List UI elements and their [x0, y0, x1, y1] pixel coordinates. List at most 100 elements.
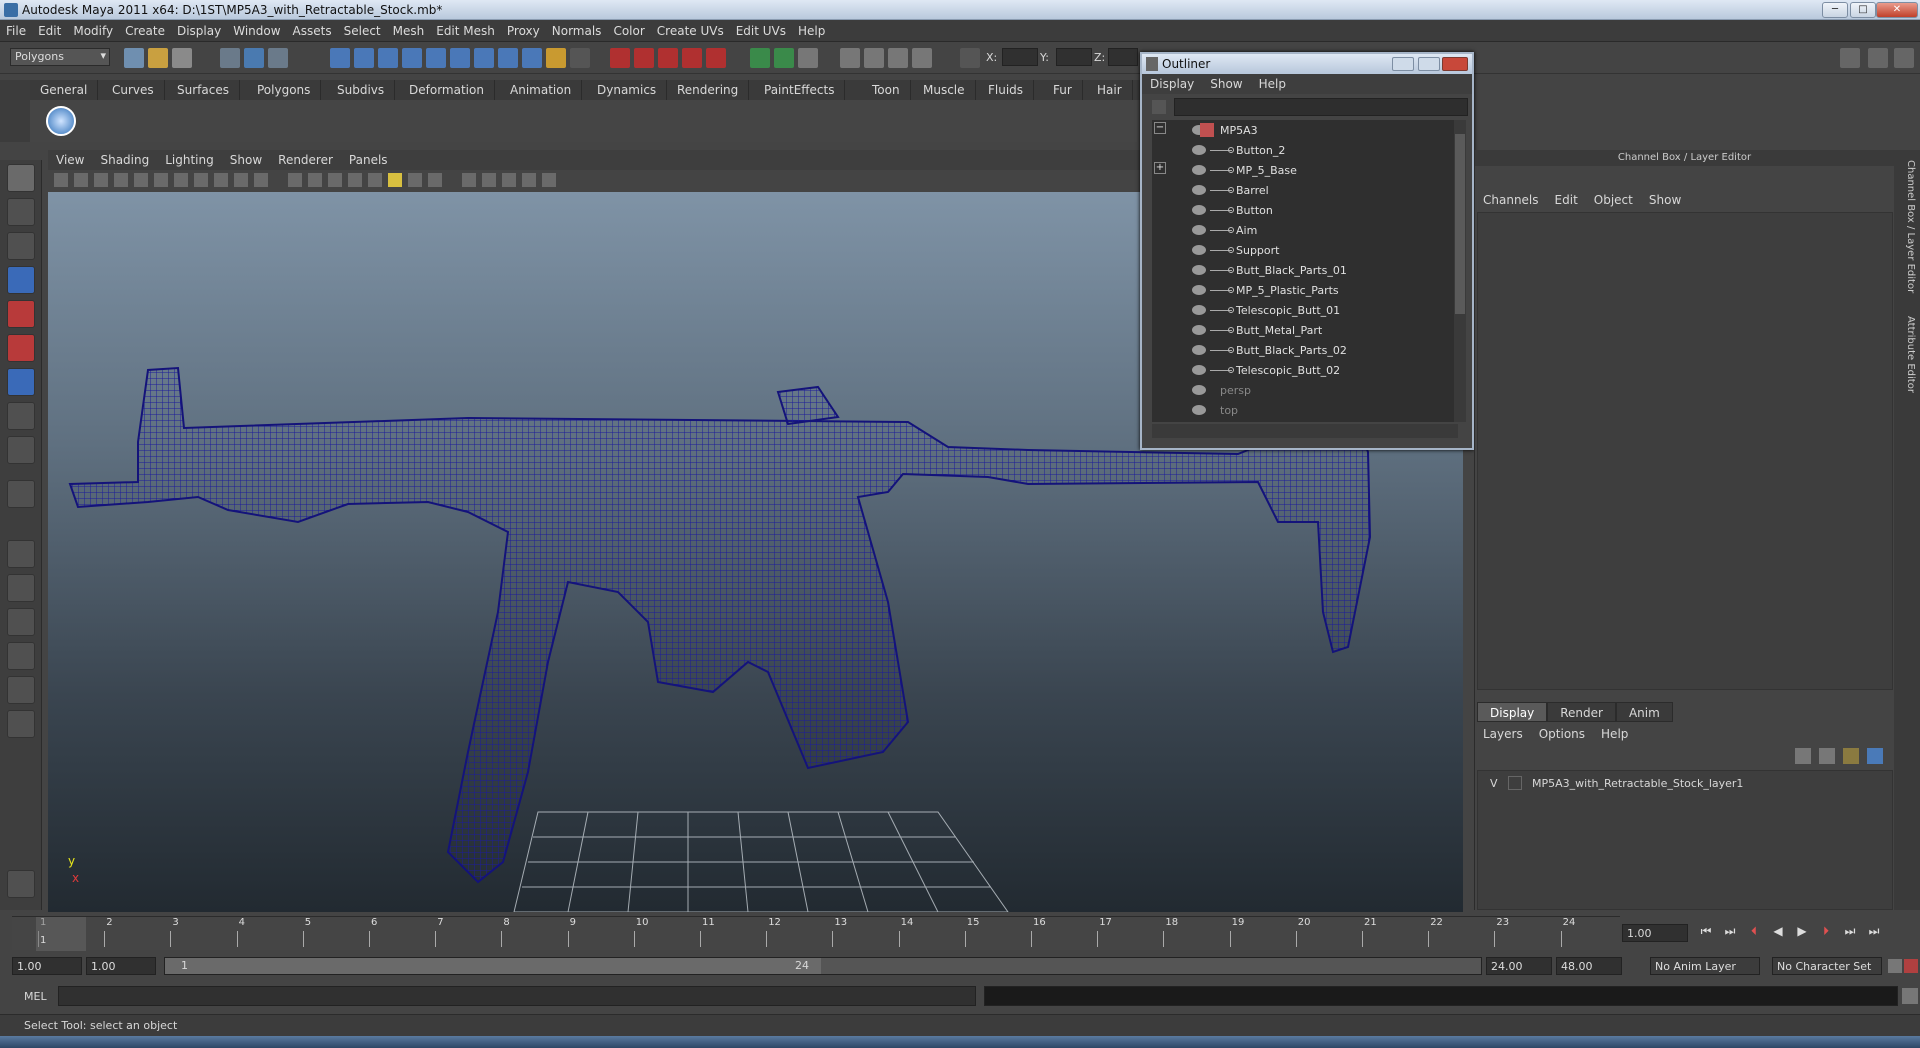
isolate-select-icon[interactable] [462, 173, 476, 187]
maximize-button[interactable]: □ [1850, 2, 1876, 18]
layer-visibility-toggle[interactable]: V [1490, 777, 1498, 790]
snap-point-icon[interactable] [378, 48, 398, 68]
layer-row[interactable]: V MP5A3_with_Retractable_Stock_layer1 [1480, 775, 1890, 793]
outliner-item[interactable]: persp [1152, 380, 1442, 400]
lock-icon[interactable] [546, 48, 566, 68]
mel-label[interactable]: MEL [24, 990, 47, 1003]
character-set-dropdown[interactable]: No Character Set [1772, 957, 1882, 975]
outliner-vertical-scrollbar[interactable] [1454, 120, 1466, 422]
outliner-item[interactable]: top [1152, 400, 1442, 420]
range-slider[interactable]: 1 24 [164, 957, 1482, 975]
channelbox-menu-show[interactable]: Show [1641, 190, 1689, 207]
toggle-channelbox-icon[interactable] [1840, 48, 1860, 68]
menu-select[interactable]: Select [338, 20, 387, 38]
shelf-tab-curves[interactable]: Curves [102, 80, 165, 100]
hud-icon[interactable] [542, 173, 556, 187]
panel-menu-view[interactable]: View [48, 150, 92, 167]
single-pane-layout-icon[interactable] [7, 540, 35, 568]
wireframe-icon[interactable] [288, 173, 302, 187]
menu-set-dropdown[interactable]: Polygons [10, 48, 110, 66]
shadows-icon[interactable] [428, 173, 442, 187]
outliner-item[interactable]: + MP_5_Base [1152, 160, 1442, 180]
channelbox-menu-channels[interactable]: Channels [1475, 190, 1547, 207]
outliner-menu-show[interactable]: Show [1202, 74, 1250, 91]
playback-start-field[interactable]: 1.00 [86, 957, 156, 975]
menu-proxy[interactable]: Proxy [501, 20, 546, 38]
close-button[interactable]: ✕ [1876, 2, 1918, 18]
xray-icon[interactable] [482, 173, 496, 187]
last-tool-icon[interactable] [7, 480, 35, 508]
channelbox-side-tab[interactable]: Channel Box / Layer Editor [1898, 160, 1916, 293]
four-pane-layout-icon[interactable] [7, 574, 35, 602]
shelf-tab-dynamics[interactable]: Dynamics [587, 80, 668, 100]
animation-start-field[interactable]: 1.00 [12, 957, 82, 975]
panel-menu-renderer[interactable]: Renderer [270, 150, 341, 167]
field-chart-icon[interactable] [214, 173, 228, 187]
channel-icon[interactable] [798, 48, 818, 68]
backface-icon[interactable] [522, 173, 536, 187]
step-back-key-button[interactable]: ⏭ [1720, 924, 1740, 942]
animation-prefs-icon[interactable] [1904, 959, 1918, 973]
shelf-tab-muscle[interactable]: Muscle [913, 80, 976, 100]
x-field[interactable] [1002, 48, 1038, 66]
save-scene-icon[interactable] [172, 48, 192, 68]
script-editor-button-icon[interactable] [1902, 988, 1918, 1004]
outliner-item[interactable]: Butt_Black_Parts_02 [1152, 340, 1442, 360]
shelf-tab-animation[interactable]: Animation [500, 80, 583, 100]
panel-menu-panels[interactable]: Panels [341, 150, 396, 167]
open-scene-icon[interactable] [148, 48, 168, 68]
channelbox-menu-object[interactable]: Object [1586, 190, 1641, 207]
shelf-tab-rendering[interactable]: Rendering [667, 80, 750, 100]
hypershade-icon[interactable] [682, 48, 702, 68]
outliner-menu-display[interactable]: Display [1142, 74, 1202, 91]
bookmark-icon[interactable] [94, 173, 108, 187]
paint-select-tool-icon[interactable] [7, 232, 35, 260]
play-forwards-button[interactable]: ▶ [1792, 924, 1812, 942]
grid-icon[interactable] [134, 173, 148, 187]
anim-layer-dropdown[interactable]: No Anim Layer [1650, 957, 1760, 975]
go-to-end-button[interactable]: ⏭ [1864, 924, 1884, 942]
layer-move-down-icon[interactable] [1819, 748, 1835, 764]
time-slider[interactable]: 1234567891011121314151617181920212223241 [12, 916, 1620, 951]
panel-menu-show[interactable]: Show [222, 150, 270, 167]
outliner-item[interactable]: MP_5_Plastic_Parts [1152, 280, 1442, 300]
shelf-tab-hair[interactable]: Hair [1087, 80, 1133, 100]
dope-sheet-icon[interactable] [888, 48, 908, 68]
outliner-horizontal-scrollbar[interactable] [1152, 424, 1458, 438]
custom-layout-icon[interactable] [7, 710, 35, 738]
input-ops-icon[interactable] [750, 48, 770, 68]
menu-window[interactable]: Window [227, 20, 286, 38]
outliner-filter-icon[interactable] [1152, 100, 1166, 114]
expand-plus-icon[interactable]: + [1154, 162, 1166, 174]
play-backwards-button[interactable]: ◀ [1768, 924, 1788, 942]
render-settings-icon[interactable] [658, 48, 678, 68]
toolbox-gear-icon[interactable] [7, 870, 35, 898]
safe-action-icon[interactable] [234, 173, 248, 187]
move-tool-icon[interactable] [7, 266, 35, 294]
safe-title-icon[interactable] [254, 173, 268, 187]
attribute-editor-side-tab[interactable]: Attribute Editor [1898, 316, 1916, 393]
flat-shade-icon[interactable] [328, 173, 342, 187]
outliner-maximize-button[interactable] [1418, 57, 1440, 71]
bounding-box-icon[interactable] [348, 173, 362, 187]
rotate-tool-icon[interactable] [7, 300, 35, 328]
mel-command-input[interactable] [58, 986, 976, 1006]
shelf-tab-toon[interactable]: Toon [862, 80, 911, 100]
outliner-scroll-thumb[interactable] [1455, 134, 1465, 314]
select-hierarchy-icon[interactable] [220, 48, 240, 68]
history-icon[interactable] [450, 48, 470, 68]
new-layer-selected-icon[interactable] [1867, 748, 1883, 764]
ipr-render-icon[interactable] [634, 48, 654, 68]
scale-tool-icon[interactable] [7, 334, 35, 362]
resolution-gate-icon[interactable] [174, 173, 188, 187]
go-to-start-button[interactable]: ⏮ [1696, 924, 1716, 942]
current-frame-field[interactable]: 1.00 [1622, 924, 1688, 942]
shelf-tab-fluids[interactable]: Fluids [978, 80, 1035, 100]
snap-view-icon[interactable] [474, 48, 494, 68]
xray-joints-icon[interactable] [502, 173, 516, 187]
menu-file[interactable]: File [0, 20, 32, 38]
default-light-icon[interactable] [388, 173, 402, 187]
layer-tab-anim[interactable]: Anim [1615, 702, 1673, 722]
menu-edit-mesh[interactable]: Edit Mesh [430, 20, 501, 38]
shelf-tab-deformation[interactable]: Deformation [399, 80, 495, 100]
